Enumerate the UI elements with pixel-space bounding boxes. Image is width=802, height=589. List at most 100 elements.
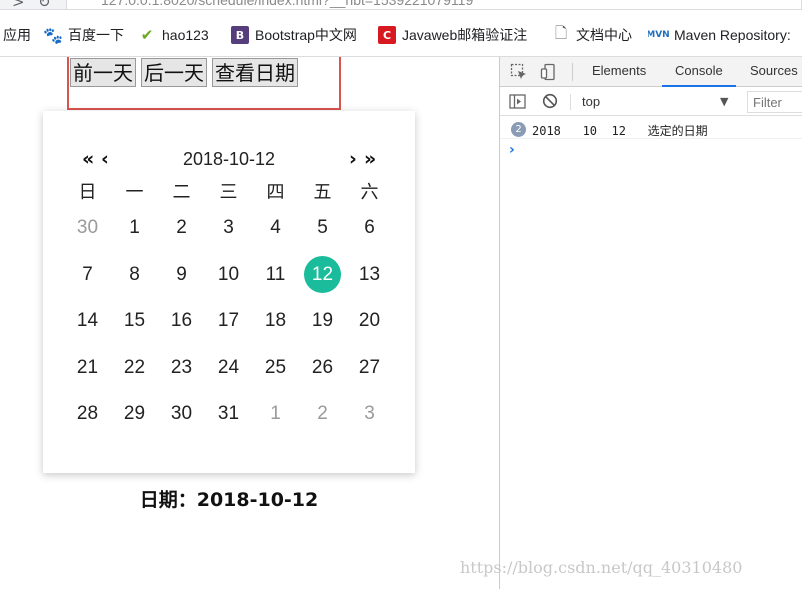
calendar-day-number: 13	[358, 263, 381, 285]
calendar-day[interactable]: 13	[346, 252, 393, 299]
hao123-icon: ✔	[140, 26, 154, 44]
calendar-day[interactable]: 5	[299, 205, 346, 252]
next-month-button[interactable]: ›	[349, 148, 357, 170]
calendar-day[interactable]: 21	[64, 345, 111, 392]
bookmark-label: Maven Repository:	[674, 27, 791, 43]
calendar-day[interactable]: 27	[346, 345, 393, 392]
calendar-day[interactable]: 9	[158, 252, 205, 299]
bookmark-apps[interactable]: 应用	[3, 25, 31, 45]
calendar-day-number: 22	[123, 356, 146, 378]
calendar-day[interactable]: 6	[346, 205, 393, 252]
inspect-element-icon[interactable]	[510, 63, 528, 81]
calendar-day[interactable]: 14	[64, 298, 111, 345]
calendar-day[interactable]: 30	[158, 391, 205, 438]
calendar-day[interactable]: 8	[111, 252, 158, 299]
calendar-day[interactable]: 1	[252, 391, 299, 438]
calendar-day[interactable]: 28	[64, 391, 111, 438]
calendar-day-number: 2	[317, 403, 328, 425]
calendar-day[interactable]: 29	[111, 391, 158, 438]
calendar-day-number: 9	[176, 263, 187, 285]
bookmark-label: hao123	[162, 27, 209, 43]
bookmark-label: 应用	[3, 27, 31, 43]
calendar-day[interactable]: 3	[346, 391, 393, 438]
clear-console-icon[interactable]	[542, 93, 558, 109]
calendar-day[interactable]: 19	[299, 298, 346, 345]
watermark-text: https://blog.csdn.net/qq_40310480	[460, 558, 743, 577]
bookmark-baidu[interactable]: 🐾 百度一下	[43, 25, 124, 45]
calendar-day[interactable]: 16	[158, 298, 205, 345]
calendar-day-number: 16	[170, 310, 193, 332]
calendar-day[interactable]: 1	[111, 205, 158, 252]
calendar-day[interactable]: 2	[299, 391, 346, 438]
address-bar-text: 127.0.0.1:8020/schedule/index.html?__hbt…	[101, 0, 474, 8]
console-toolbar: top ▼	[500, 88, 802, 116]
calendar-day[interactable]: 20	[346, 298, 393, 345]
sidebar-toggle-icon[interactable]	[509, 94, 526, 109]
tab-sources[interactable]: Sources	[750, 63, 798, 78]
calendar-day-number: 1	[270, 403, 281, 425]
console-prompt-icon[interactable]: ›	[509, 142, 515, 158]
calendar-day-selected[interactable]: 12	[299, 252, 346, 299]
calendar-day[interactable]: 26	[299, 345, 346, 392]
calendar-day[interactable]: 30	[64, 205, 111, 252]
calendar-day[interactable]: 17	[205, 298, 252, 345]
button-group-box: 前一天 后一天 查看日期	[67, 57, 341, 110]
calendar-day-number: 2	[176, 217, 187, 239]
calendar-day[interactable]: 22	[111, 345, 158, 392]
calendar-day[interactable]: 25	[252, 345, 299, 392]
selected-date-label: 日期：2018-10-12	[139, 489, 319, 511]
calendar-day[interactable]: 10	[205, 252, 252, 299]
context-selector[interactable]: top	[582, 94, 600, 109]
calendar-day[interactable]: 24	[205, 345, 252, 392]
bookmark-label: 百度一下	[68, 27, 124, 43]
calendar-day[interactable]: 23	[158, 345, 205, 392]
weekday-label: 二	[172, 182, 191, 203]
calendar-days-grid: 30 1 2 3 4 5 6 7 8 9 10 11 12 13 14 15 16 17 18 19 20 21 22 23 2…	[64, 205, 393, 438]
devtools-panel: Elements Console Sources top ▼ 2 2018 10…	[500, 57, 802, 589]
weekday-label: 日	[78, 182, 97, 203]
calendar-day-number: 23	[170, 356, 193, 378]
bookmark-maven[interactable]: MVN Maven Repository:	[648, 25, 802, 45]
bookmark-label: Bootstrap中文网	[255, 27, 357, 43]
bookmark-bootstrap[interactable]: B Bootstrap中文网	[231, 25, 357, 45]
weekday-label: 五	[313, 182, 332, 203]
tab-console[interactable]: Console	[662, 63, 736, 87]
forward-icon[interactable]: >	[12, 0, 25, 9]
calendar-day-number: 14	[76, 310, 99, 332]
prev-day-button[interactable]: 前一天	[70, 58, 136, 87]
calendar-day-number: 3	[364, 403, 375, 425]
console-log-message: 2018 10 12 选定的日期	[532, 124, 708, 138]
calendar-title[interactable]: 2018-10-12	[43, 149, 415, 170]
chevron-down-icon[interactable]: ▼	[720, 95, 728, 108]
tab-elements[interactable]: Elements	[592, 63, 646, 78]
bookmark-docs[interactable]: 🗋 文档中心	[552, 23, 632, 45]
calendar-day-number: 15	[123, 310, 146, 332]
devtools-tabbar: Elements Console Sources	[500, 57, 802, 87]
calendar-day[interactable]: 7	[64, 252, 111, 299]
document-icon: 🗋	[554, 23, 568, 42]
bookmark-label: Javaweb邮箱验证注	[402, 27, 528, 43]
calendar-day[interactable]: 11	[252, 252, 299, 299]
reload-icon[interactable]: ↻	[38, 0, 51, 9]
address-bar[interactable]: 127.0.0.1:8020/schedule/index.html?__hbt…	[66, 0, 802, 9]
view-date-button[interactable]: 查看日期	[212, 58, 298, 87]
calendar-day[interactable]: 15	[111, 298, 158, 345]
bootstrap-icon: B	[231, 26, 249, 44]
device-toolbar-icon[interactable]	[540, 63, 558, 81]
next-day-button[interactable]: 后一天	[141, 58, 207, 87]
calendar-day-number: 1	[129, 217, 140, 239]
calendar-day[interactable]: 18	[252, 298, 299, 345]
calendar-day[interactable]: 31	[205, 391, 252, 438]
calendar-day[interactable]: 2	[158, 205, 205, 252]
console-filter-input[interactable]	[747, 91, 802, 113]
calendar-day-number: 6	[364, 217, 375, 239]
bookmark-javaweb[interactable]: C Javaweb邮箱验证注	[378, 25, 536, 45]
csdn-c-icon: C	[378, 26, 396, 44]
calendar-day[interactable]: 4	[252, 205, 299, 252]
bookmark-hao123[interactable]: ✔ hao123	[138, 25, 209, 45]
repeat-count-badge: 2	[511, 122, 526, 137]
weekday-label: 三	[219, 182, 238, 203]
calendar-day-number: 20	[358, 310, 381, 332]
calendar-day[interactable]: 3	[205, 205, 252, 252]
next-year-button[interactable]: »	[364, 148, 376, 170]
